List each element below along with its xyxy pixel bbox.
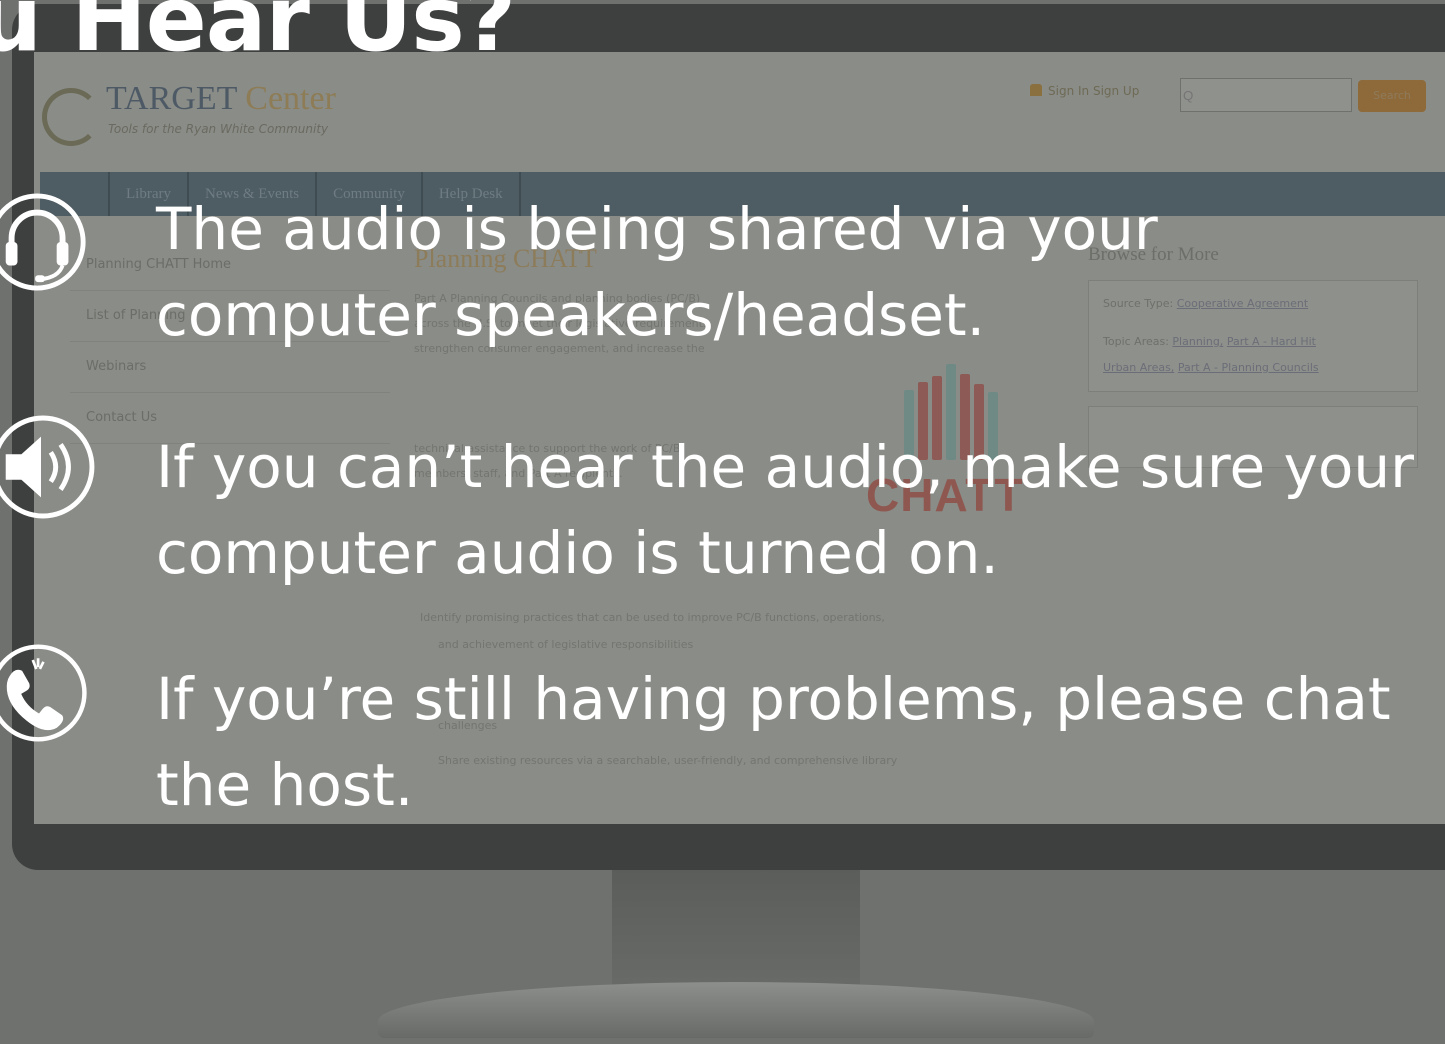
browse-filters: Source Type: Cooperative Agreement Topic… bbox=[1088, 280, 1418, 392]
speaker-icon bbox=[0, 415, 95, 519]
topic-link[interactable]: Urban Areas, bbox=[1103, 361, 1174, 374]
list-item: Share existing resources via a searchabl… bbox=[438, 754, 898, 767]
source-type-link[interactable]: Cooperative Agreement bbox=[1177, 297, 1308, 310]
topic-link[interactable]: Planning, bbox=[1172, 335, 1223, 348]
headset-icon bbox=[0, 193, 86, 291]
list-item: Identify promising practices that can be… bbox=[420, 611, 885, 624]
topic-link[interactable]: Part A - Hard Hit bbox=[1227, 335, 1316, 348]
logo-name-center: Center bbox=[245, 80, 336, 117]
logo-name-target: TARGET bbox=[106, 80, 237, 117]
info-text-speaker-line1: If you can’t hear the audio, make sure y… bbox=[156, 433, 1415, 501]
info-text-phone-line2: the host. bbox=[156, 751, 414, 819]
source-type-label: Source Type: bbox=[1103, 297, 1174, 310]
logo-name: TARGET Center bbox=[106, 80, 336, 118]
monitor-stand-base bbox=[378, 982, 1094, 1038]
logo-swoosh-icon bbox=[42, 88, 100, 146]
site-search-button[interactable]: Search bbox=[1358, 80, 1426, 112]
site-logo[interactable]: TARGET Center Tools for the Ryan White C… bbox=[36, 78, 396, 150]
info-text-headset-line2: computer speakers/headset. bbox=[156, 281, 986, 349]
monitor-stand-neck bbox=[612, 870, 860, 1000]
info-text-phone-line1: If you’re still having problems, please … bbox=[156, 665, 1391, 733]
info-text-speaker-line2: computer audio is turned on. bbox=[156, 519, 999, 587]
logo-tagline: Tools for the Ryan White Community bbox=[108, 122, 329, 136]
topic-link[interactable]: Part A - Planning Councils bbox=[1178, 361, 1319, 374]
slide-headline: u Hear Us? bbox=[0, 0, 516, 72]
phone-icon bbox=[0, 644, 87, 742]
site-search-input[interactable] bbox=[1180, 78, 1352, 112]
list-item: and achievement of legislative responsib… bbox=[438, 638, 694, 651]
topic-label: Topic Areas: bbox=[1103, 335, 1169, 348]
sign-in-link[interactable]: Sign In Sign Up bbox=[1030, 84, 1139, 98]
info-text-headset-line1: The audio is being shared via your bbox=[156, 195, 1158, 263]
